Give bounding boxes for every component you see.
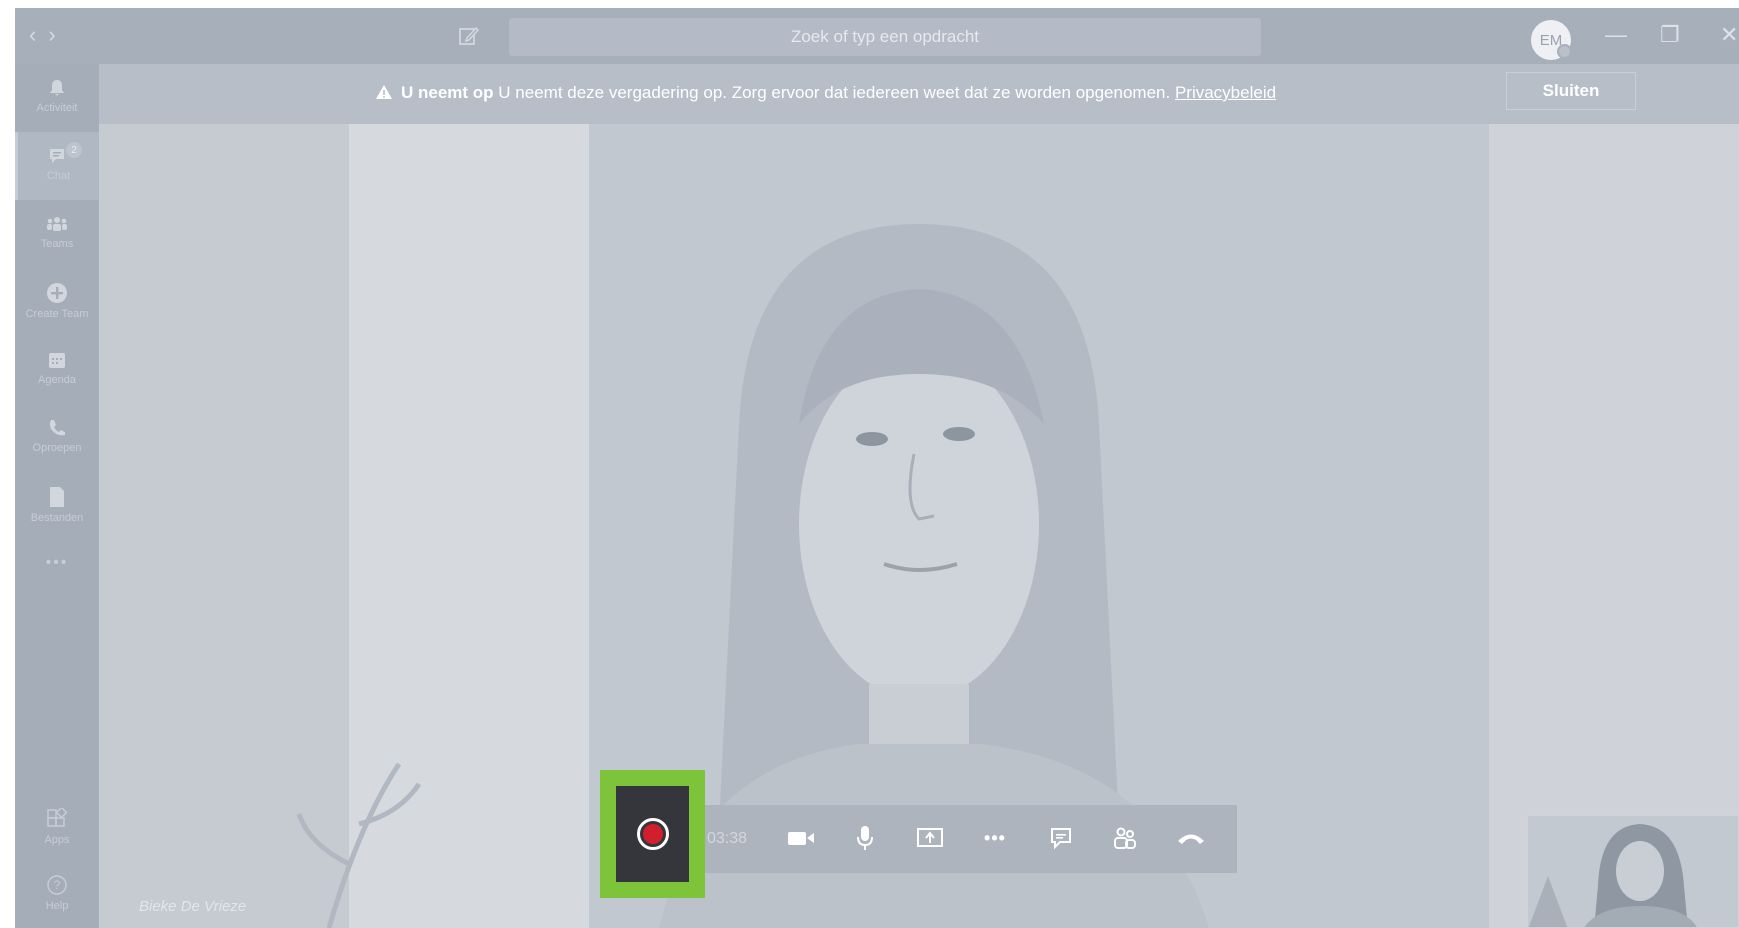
close-window-button[interactable]: ✕ <box>1720 22 1738 48</box>
share-screen-icon <box>917 828 943 847</box>
record-dot <box>642 824 663 844</box>
record-button[interactable] <box>616 786 689 882</box>
participants-icon <box>1114 827 1136 849</box>
call-timer: 03:38 <box>707 830 748 847</box>
avatar[interactable]: EM <box>1531 20 1572 60</box>
bell-icon <box>50 80 64 96</box>
chat-badge: 2 <box>66 142 82 158</box>
plus-circle-icon <box>47 283 67 303</box>
rail-label-help: Help <box>45 900 69 912</box>
microphone-icon <box>857 826 873 850</box>
self-view-image <box>1528 816 1738 927</box>
rail-label-apps: Apps <box>44 834 70 846</box>
history-nav: ‹› <box>29 22 68 48</box>
recording-banner: U neemt op U neemt deze vergadering op. … <box>99 64 1739 124</box>
conversation-button[interactable] <box>1043 820 1079 856</box>
rail-label-activity: Activiteit <box>36 102 78 114</box>
svg-text:?: ? <box>54 878 61 892</box>
phone-icon <box>50 420 65 436</box>
self-view-video[interactable] <box>1527 815 1739 928</box>
rail-item-activity[interactable]: Activiteit <box>15 64 99 132</box>
rail-label-calls: Oproepen <box>32 442 82 454</box>
video-icon <box>788 832 814 845</box>
privacy-link[interactable]: Privacybeleid <box>1175 83 1276 102</box>
rail-label-chat: Chat <box>46 170 71 182</box>
calendar-icon <box>49 353 65 368</box>
app-bar: Activiteit Chat 2 Teams Create Team Agen… <box>15 64 99 928</box>
share-screen-button[interactable] <box>912 820 948 856</box>
banner-title: U neemt op <box>401 83 494 102</box>
compose-icon[interactable] <box>458 25 480 47</box>
rail-label-teams: Teams <box>40 238 74 250</box>
rail-label-create-team: Create Team <box>25 308 89 320</box>
conversation-icon <box>1051 828 1071 850</box>
rail-label-agenda: Agenda <box>38 374 76 386</box>
rail-item-more[interactable]: ••• <box>15 540 99 608</box>
banner-close-button[interactable]: Sluiten <box>1506 72 1636 110</box>
help-icon: ? <box>47 875 67 895</box>
participant-name: Bieke De Vrieze <box>139 898 247 915</box>
title-bar: ‹› Zoek of typ een opdracht EM — ❐ ✕ <box>15 8 1739 64</box>
teams-icon <box>47 217 67 231</box>
rail-item-create-team[interactable]: Create Team <box>15 268 99 336</box>
more-icon: ••• <box>45 554 69 571</box>
rail-label-files: Bestanden <box>30 512 84 524</box>
search-input[interactable]: Zoek of typ een opdracht <box>509 18 1261 56</box>
rail-item-teams[interactable]: Teams <box>15 200 99 268</box>
teams-window: ‹› Zoek of typ een opdracht EM — ❐ ✕ Act… <box>15 8 1739 928</box>
warning-icon <box>376 85 392 99</box>
minimize-button[interactable]: — <box>1605 22 1627 48</box>
record-icon <box>636 818 669 850</box>
forward-arrow-icon[interactable]: › <box>48 22 67 47</box>
hangup-button[interactable] <box>1173 820 1209 856</box>
banner-message-line: U neemt op U neemt deze vergadering op. … <box>375 83 1276 103</box>
rail-item-agenda[interactable]: Agenda <box>15 336 99 404</box>
hangup-icon <box>1178 834 1204 844</box>
presence-status-icon <box>1557 44 1572 59</box>
back-arrow-icon[interactable]: ‹ <box>29 22 48 47</box>
rail-item-chat[interactable]: Chat 2 <box>15 132 99 200</box>
apps-icon <box>47 808 68 827</box>
participants-button[interactable] <box>1107 820 1143 856</box>
more-actions-button[interactable]: ••• <box>977 820 1013 856</box>
rail-item-calls[interactable]: Oproepen <box>15 404 99 472</box>
restore-button[interactable]: ❐ <box>1660 22 1680 48</box>
file-icon <box>50 487 64 507</box>
camera-button[interactable] <box>783 820 819 856</box>
rail-item-apps[interactable]: Apps <box>15 794 99 862</box>
microphone-button[interactable] <box>847 820 883 856</box>
banner-message: U neemt deze vergadering op. Zorg ervoor… <box>498 83 1171 102</box>
rail-item-files[interactable]: Bestanden <box>15 472 99 540</box>
rail-item-help[interactable]: ? Help <box>15 860 99 928</box>
